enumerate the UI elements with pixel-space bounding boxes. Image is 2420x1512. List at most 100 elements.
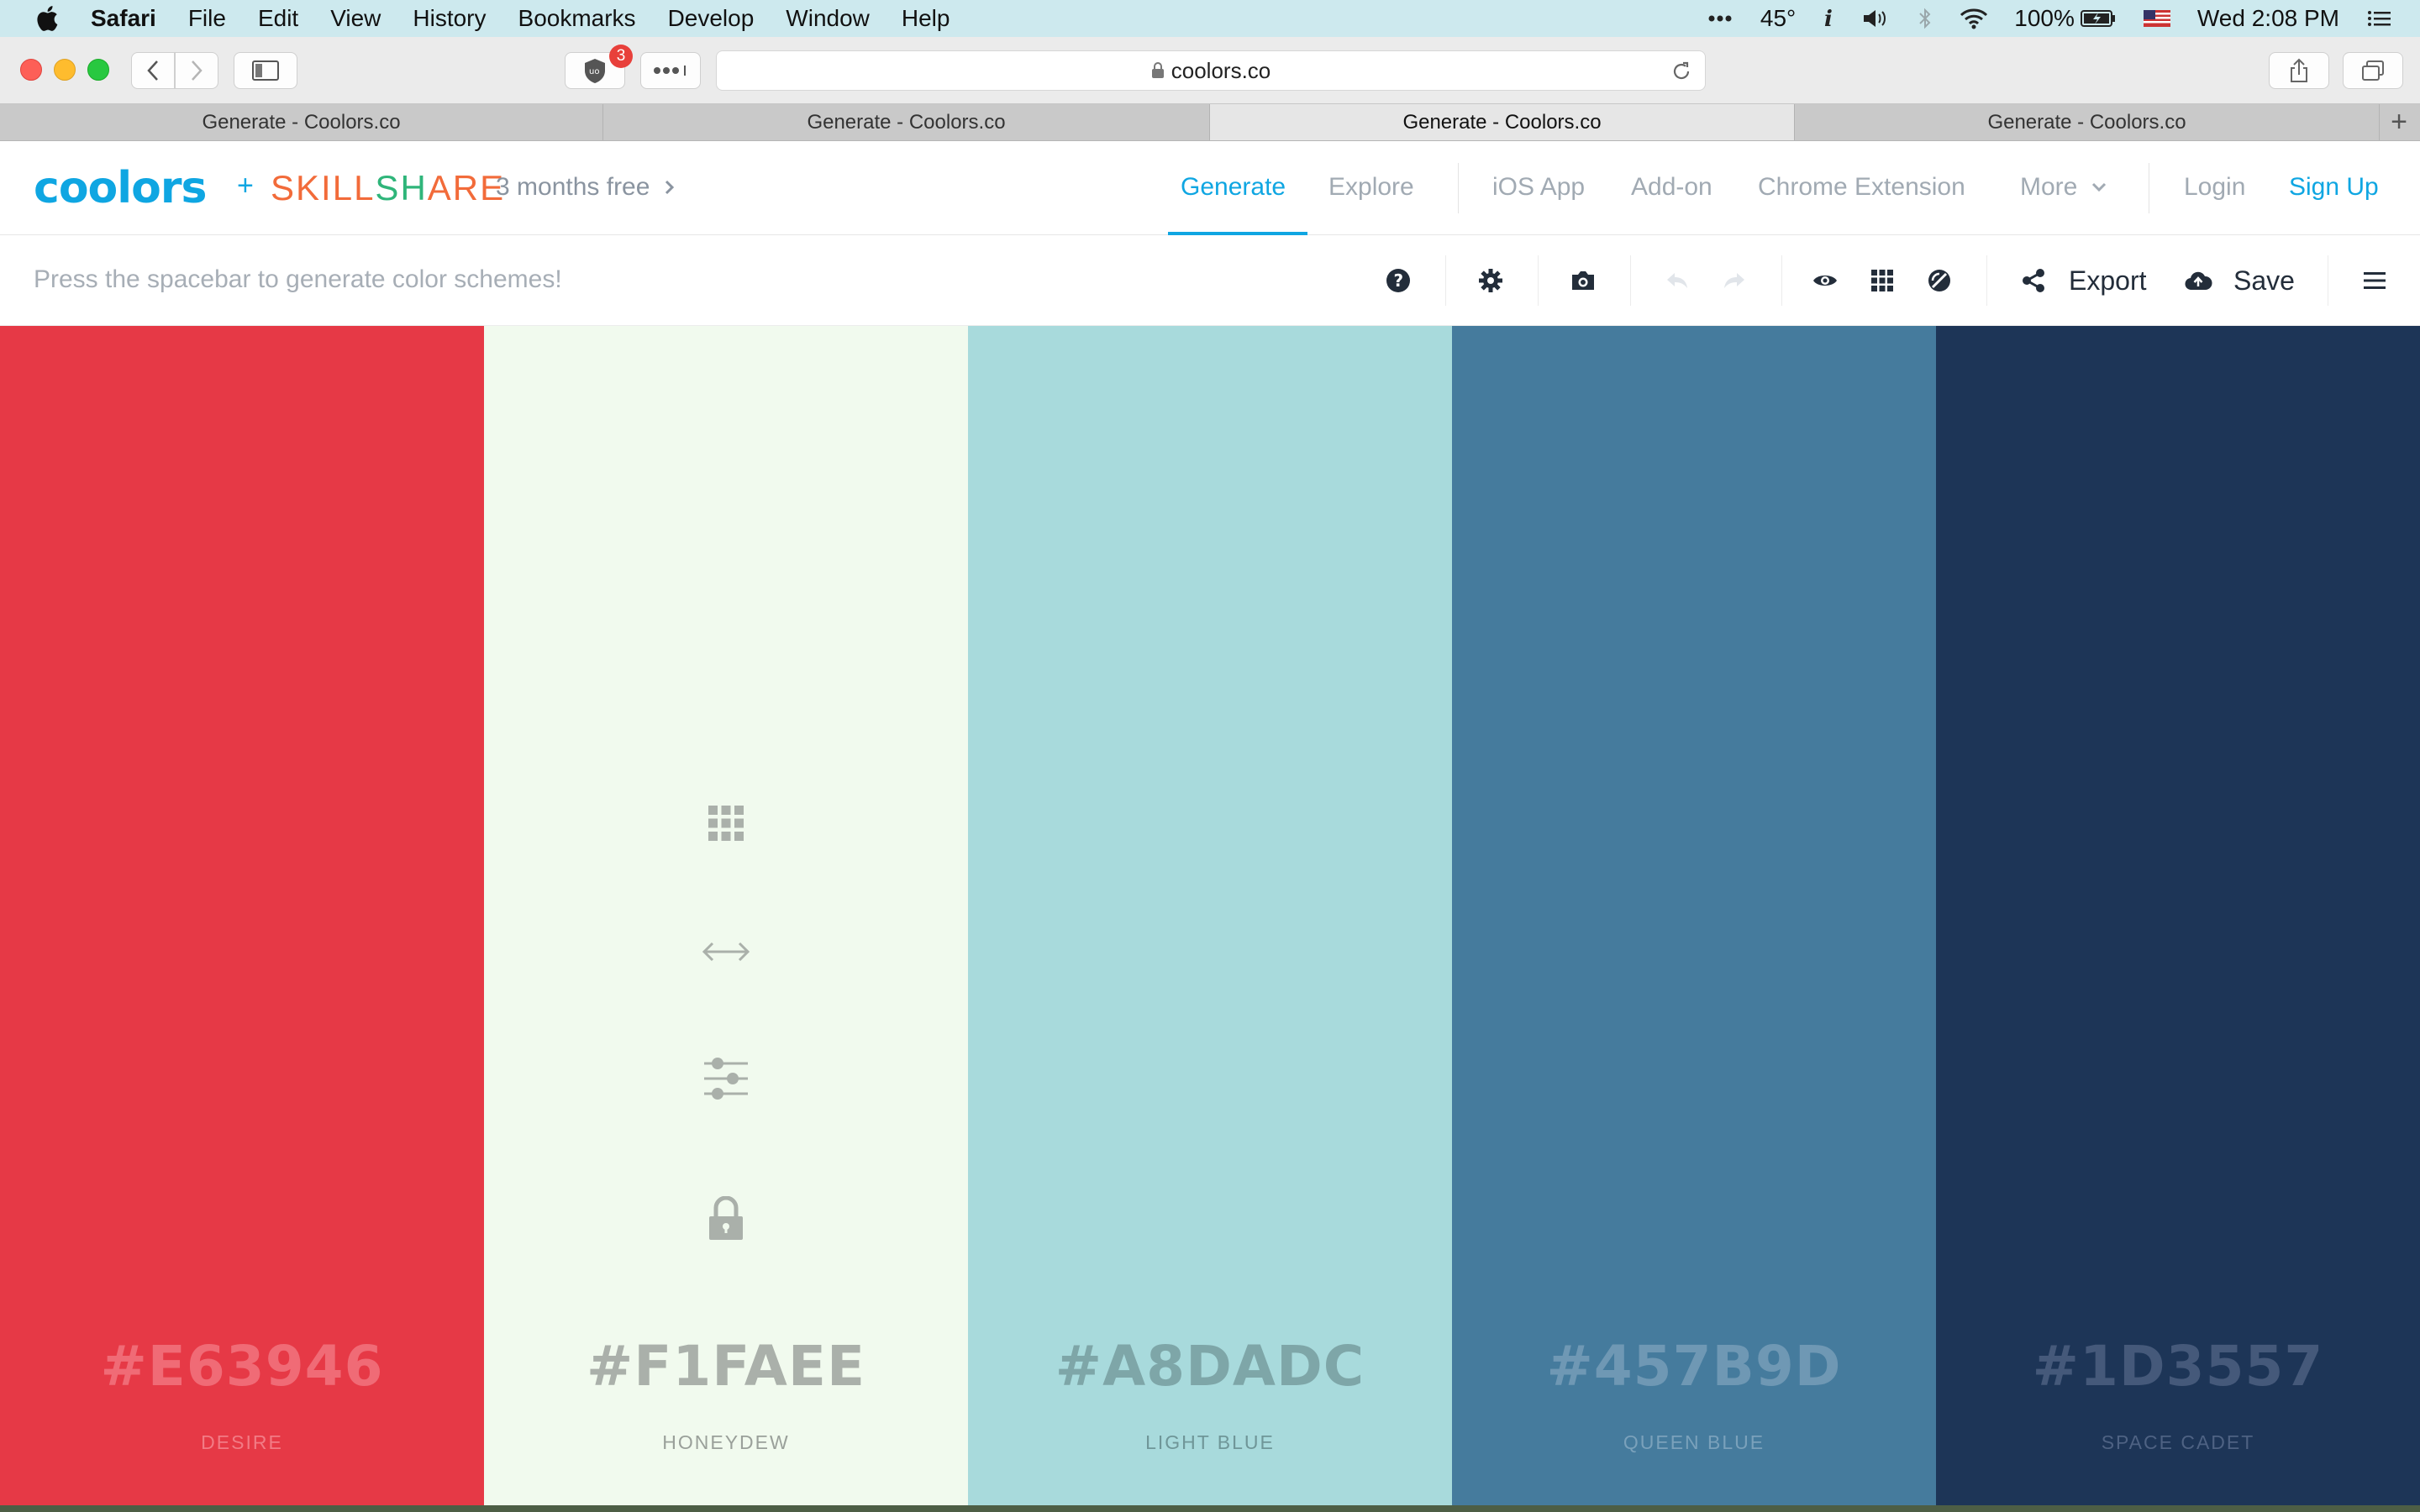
svg-text:?: ? xyxy=(1394,270,1404,291)
color-blind-icon[interactable] xyxy=(1924,265,1954,296)
forward-button[interactable] xyxy=(175,52,218,89)
partner-plus: + xyxy=(237,170,254,202)
wifi-icon[interactable] xyxy=(1959,6,1989,31)
ublock-extension-button[interactable]: uo 3 xyxy=(565,45,633,89)
us-flag-icon[interactable] xyxy=(2142,6,2172,31)
more-dots-icon[interactable] xyxy=(1705,6,1735,31)
menu-develop[interactable]: Develop xyxy=(668,5,755,32)
toolbar-divider xyxy=(1986,255,1987,306)
back-button[interactable] xyxy=(131,52,175,89)
nav-addon[interactable]: Add-on xyxy=(1631,173,1712,202)
nav-generate[interactable]: Generate xyxy=(1181,173,1286,202)
browser-tab[interactable]: Generate - Coolors.co xyxy=(603,104,1210,140)
settings-gear-icon[interactable] xyxy=(1476,265,1506,296)
nav-signup[interactable]: Sign Up xyxy=(2289,173,2379,202)
new-tab-button[interactable]: + xyxy=(2380,104,2418,140)
minimize-window-button[interactable] xyxy=(54,59,76,81)
browser-tab[interactable]: Generate - Coolors.co xyxy=(1795,104,2380,140)
chevron-left-icon xyxy=(147,60,158,81)
volume-icon[interactable] xyxy=(1861,6,1891,31)
swatch-color-name[interactable]: DESIRE xyxy=(0,1431,484,1454)
close-window-button[interactable] xyxy=(20,59,42,81)
chevron-right-icon xyxy=(666,180,675,195)
grid-view-icon[interactable] xyxy=(1867,265,1897,296)
lock-icon[interactable] xyxy=(708,1196,744,1242)
info-icon[interactable]: i xyxy=(1821,6,1836,31)
swatch-hex-code[interactable]: #1D3557 xyxy=(1936,1334,2420,1399)
bluetooth-icon[interactable] xyxy=(1917,6,1933,31)
shield-icon: uo xyxy=(585,59,605,83)
redo-icon[interactable] xyxy=(1719,265,1749,296)
menu-app-name[interactable]: Safari xyxy=(91,5,156,32)
color-swatch[interactable]: #E63946 DESIRE xyxy=(0,326,484,1505)
clock[interactable]: Wed 2:08 PM xyxy=(2197,5,2339,32)
swatch-hex-code[interactable]: #E63946 xyxy=(0,1334,484,1399)
address-bar[interactable]: coolors.co xyxy=(716,50,1706,91)
menu-file[interactable]: File xyxy=(188,5,226,32)
sidebar-toggle-button[interactable] xyxy=(234,52,297,89)
swatch-color-name[interactable]: HONEYDEW xyxy=(484,1431,968,1454)
tab-title: Generate - Coolors.co xyxy=(807,110,1006,134)
menu-bookmarks[interactable]: Bookmarks xyxy=(518,5,636,32)
share-nodes-icon[interactable] xyxy=(2018,265,2049,296)
adjust-sliders-icon[interactable] xyxy=(702,1055,750,1102)
svg-text:i: i xyxy=(1824,7,1833,31)
notification-center-icon[interactable] xyxy=(2365,6,2395,31)
nav-more[interactable]: More xyxy=(2020,173,2107,202)
site-header: coolors + SKILLSHARE 3 months free Gener… xyxy=(0,141,2420,235)
share-button[interactable] xyxy=(2269,52,2329,89)
drag-horizontal-arrows-icon[interactable] xyxy=(701,939,751,964)
toolbar-divider xyxy=(1445,255,1446,306)
browser-tab-active[interactable]: Generate - Coolors.co xyxy=(1210,104,1795,140)
view-eye-icon[interactable] xyxy=(1810,265,1840,296)
swatch-color-name[interactable]: LIGHT BLUE xyxy=(968,1431,1452,1454)
svg-text:uo: uo xyxy=(589,67,599,76)
more-extensions-icon xyxy=(654,66,686,76)
menu-window[interactable]: Window xyxy=(786,5,870,32)
nav-login[interactable]: Login xyxy=(2184,173,2245,202)
menu-help[interactable]: Help xyxy=(902,5,950,32)
swatch-hex-code[interactable]: #F1FAEE xyxy=(484,1334,968,1399)
color-swatch[interactable]: #A8DADC LIGHT BLUE xyxy=(968,326,1452,1505)
desktop-background xyxy=(0,1505,2420,1512)
nav-ios-app[interactable]: iOS App xyxy=(1492,173,1585,202)
cloud-upload-icon[interactable] xyxy=(2183,265,2213,296)
weather-temperature[interactable]: 45° xyxy=(1760,5,1796,32)
extension-badge: 3 xyxy=(609,45,633,68)
battery-percentage[interactable]: 100% xyxy=(2014,5,2075,32)
menu-view[interactable]: View xyxy=(330,5,381,32)
menu-history[interactable]: History xyxy=(413,5,486,32)
promo-link[interactable]: 3 months free xyxy=(496,173,675,202)
help-icon[interactable]: ? xyxy=(1383,265,1413,296)
hamburger-menu-icon[interactable] xyxy=(2360,265,2390,296)
promo-text: 3 months free xyxy=(496,173,650,201)
color-swatch[interactable]: #F1FAEE HONEYDEW xyxy=(484,326,968,1505)
nav-divider xyxy=(1458,163,1459,213)
chevron-right-icon xyxy=(192,60,203,81)
zoom-window-button[interactable] xyxy=(87,59,109,81)
browser-tab[interactable]: Generate - Coolors.co xyxy=(0,104,603,140)
battery-icon[interactable] xyxy=(2080,6,2117,31)
camera-icon[interactable] xyxy=(1568,265,1598,296)
coolors-logo[interactable]: coolors xyxy=(34,163,207,213)
apple-logo-icon[interactable] xyxy=(34,3,64,34)
reader-extension-button[interactable] xyxy=(640,52,701,89)
save-button[interactable]: Save xyxy=(2233,265,2295,297)
skillshare-logo[interactable]: SKILLSHARE xyxy=(271,168,505,208)
swatch-color-name[interactable]: SPACE CADET xyxy=(1936,1431,2420,1454)
color-swatch[interactable]: #457B9D QUEEN BLUE xyxy=(1452,326,1936,1505)
tab-title: Generate - Coolors.co xyxy=(1402,110,1602,134)
tab-overview-button[interactable] xyxy=(2343,52,2403,89)
color-swatch[interactable]: #1D3557 SPACE CADET xyxy=(1936,326,2420,1505)
swatch-hex-code[interactable]: #A8DADC xyxy=(968,1334,1452,1399)
nav-explore[interactable]: Explore xyxy=(1328,173,1414,202)
nav-chrome-extension[interactable]: Chrome Extension xyxy=(1758,173,1965,202)
toolbar-divider xyxy=(1538,255,1539,306)
shades-grid-icon[interactable] xyxy=(708,805,744,842)
undo-icon[interactable] xyxy=(1662,265,1692,296)
swatch-hex-code[interactable]: #457B9D xyxy=(1452,1334,1936,1399)
swatch-color-name[interactable]: QUEEN BLUE xyxy=(1452,1431,1936,1454)
menu-edit[interactable]: Edit xyxy=(258,5,298,32)
export-button[interactable]: Export xyxy=(2069,265,2146,297)
reload-icon[interactable] xyxy=(1670,60,1693,83)
